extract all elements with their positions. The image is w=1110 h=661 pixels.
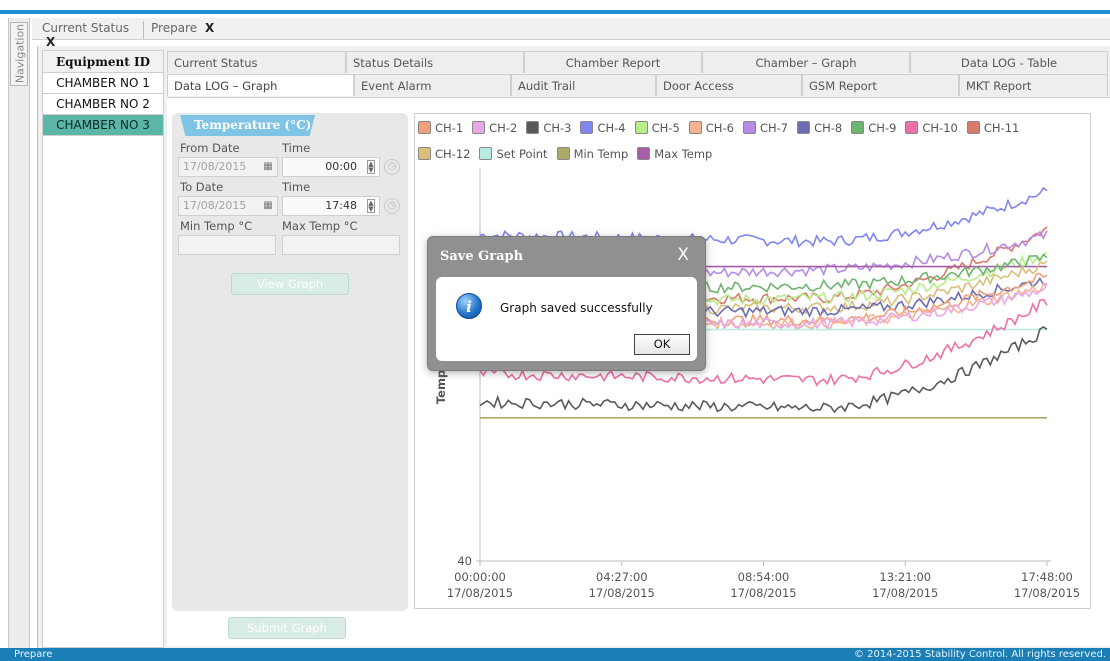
dialog-close-button[interactable]: X <box>677 245 689 265</box>
dialog-message: Graph saved successfully <box>500 301 653 315</box>
info-icon: i <box>456 293 482 319</box>
dialog-title: Save Graph <box>440 249 524 264</box>
dialog-overlay: Save Graph X i Graph saved successfully … <box>0 0 1110 661</box>
copyright-text: © 2014-2015 Stability Control. All right… <box>853 649 1106 660</box>
status-bar: Prepare © 2014-2015 Stability Control. A… <box>0 648 1110 661</box>
status-left: Prepare <box>14 649 53 660</box>
ok-button[interactable]: OK <box>634 334 690 355</box>
dialog-body: i Graph saved successfully OK <box>436 277 697 361</box>
save-graph-dialog: Save Graph X i Graph saved successfully … <box>427 236 706 371</box>
